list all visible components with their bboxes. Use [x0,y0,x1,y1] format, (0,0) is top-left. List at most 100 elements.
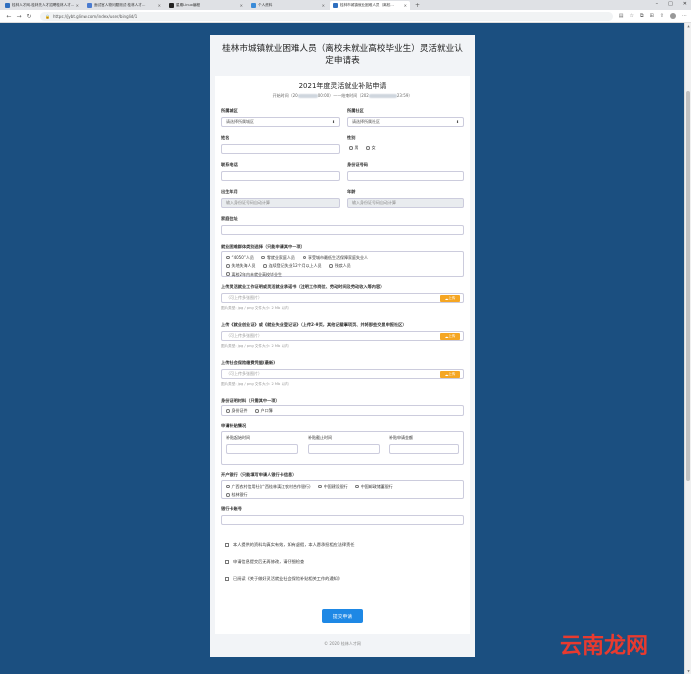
radio-label: 离校2年内未就业高校毕业生 [231,271,283,277]
submit-button[interactable]: 提交申请 [322,609,363,623]
birth-placeholder: 输入身份证号码自动计算 [226,200,270,205]
gender-radio-female[interactable]: 女 [366,145,376,151]
checkbox-icon[interactable] [225,560,229,564]
gender-label: 性别 [347,135,356,140]
idtype-radio-hukou[interactable]: 户口簿 [255,408,273,414]
id-input[interactable] [347,171,464,181]
footer-copyright: © 2020 桂林人才网 [324,641,361,646]
gender-radio-male[interactable]: 男 [349,145,359,151]
subsidy-box: 补贴起始时间 补贴截止时间 补贴申请金额 [221,431,464,465]
category-radio[interactable]: 享受城市最低生活保障家庭失业人 [302,254,368,261]
radio-icon [329,264,333,268]
tab-favicon-icon [169,3,174,8]
checkbox-icon[interactable] [225,543,229,547]
radio-icon [226,409,230,413]
category-radio[interactable]: 连续登记失业12个月以上人员 [263,262,322,269]
tab-label: 面试官人物问题测试·桂林人才… [94,3,146,7]
category-radio[interactable]: 残疾人员 [329,262,351,269]
agree-row-3[interactable]: 已阅读《关于做好灵活就业社会保险补贴相关工作的通知》 [225,576,342,582]
bank-radio[interactable]: 桂林银行 [226,491,248,498]
browser-tab-4[interactable]: 个人资料 ✕ [248,1,328,10]
forward-icon[interactable]: → [14,13,24,20]
close-icon[interactable]: ✕ [404,3,407,8]
subsidy-col-start: 补贴起始时间 [226,435,250,440]
browser-tab-5[interactable]: 桂林市城镇就业困难人员（离校… ✕ [330,1,410,10]
category-label: 就业困难群体类别选择（只能申请其中一项） [221,244,305,249]
close-icon[interactable]: ✕ [240,3,243,8]
browser-toolbar: ← → ↻ 🔒 https://jybt.glinw.com/index/use… [0,10,691,23]
scrollbar-thumb[interactable] [686,91,690,481]
scroll-down-icon[interactable]: ▼ [685,669,691,673]
upload1-field[interactable]: （可上传多张图片） ☁ 上传 [221,293,464,303]
radio-label: 女 [371,145,376,150]
address-input[interactable] [221,225,464,235]
card-number-input[interactable] [221,515,464,525]
upload-button[interactable]: ☁ 上传 [440,295,460,302]
idtype-radio-group: 身份证件 户口簿 [221,405,464,416]
category-radio[interactable]: 失地失海人员 [226,262,256,269]
bank-radio[interactable]: 中国邮政储蓄银行 [355,483,393,490]
district-select[interactable]: 请选择所属城区 ⬍ [221,117,340,127]
checkbox-icon[interactable] [225,577,229,581]
back-icon[interactable]: ← [4,13,14,20]
share-icon[interactable]: ⇪ [660,13,664,19]
minimize-icon[interactable]: – [656,1,659,7]
upload-button-label: 上传 [448,372,456,376]
category-radio-group: “4050”人员 零就业家庭人员 享受城市最低生活保障家庭失业人 失地失海人员 … [221,251,464,277]
browser-tab-1[interactable]: 桂林人才网-桂林先人才招聘桂林人才… ✕ [2,1,82,10]
page-scrollbar[interactable]: ▲ ▼ [684,23,691,674]
upload3-field[interactable]: （可上传多张图片） ☁ 上传 [221,369,464,379]
phone-label: 联系电话 [221,162,238,167]
upload-hint: 图片类型: jpg / png 文件大小: 2 Mb 以内 [221,382,289,386]
more-icon[interactable]: ⋯ [682,13,687,19]
bank-radio[interactable]: 广西农村信用社(广西桂林漓江农村合作银行) [226,483,311,490]
phone-input[interactable] [221,171,340,181]
radio-icon [263,264,267,268]
chevron-down-icon: ⬍ [455,120,459,124]
agree-row-2[interactable]: 申请信息提交后无再修改，请仔细检查 [225,559,304,565]
star-icon[interactable]: ☆ [630,13,634,19]
subsidy-start-input[interactable] [226,444,298,454]
agree-row-1[interactable]: 本人提供的资料均真实有效，如有虚假，本人愿承担相应法律责任 [225,542,354,548]
subsidy-amount-input[interactable] [389,444,459,454]
community-select[interactable]: 请选择所属社区 ⬍ [347,117,464,127]
close-icon[interactable]: ✕ [76,3,79,8]
extensions-icon[interactable]: ⊞ [650,13,654,19]
upload2-field[interactable]: （可上传多张图片） ☁ 上传 [221,331,464,341]
collections-icon[interactable]: ⧉ [640,13,644,19]
reader-icon[interactable]: ▤ [619,13,624,19]
category-radio[interactable]: 离校2年内未就业高校毕业生 [226,271,282,278]
tab-label: 桂林市城镇就业困难人员（离校… [340,3,394,7]
upload-button-label: 上传 [448,296,456,300]
radio-label: 连续登记失业12个月以上人员 [268,263,322,269]
window-controls: – □ ✕ [656,1,687,7]
radio-label: 失地失海人员 [231,263,256,269]
radio-icon [349,146,353,150]
application-page: 桂林市城镇就业困难人员（离校未就业高校毕业生）灵活就业认定申请表 2021年度灵… [210,35,475,657]
name-input[interactable] [221,144,340,154]
address-bar[interactable]: 🔒 https://jybt.glinw.com/index/user/bing… [40,11,613,21]
category-radio[interactable]: 零就业家庭人员 [261,254,295,261]
subsidy-end-input[interactable] [308,444,380,454]
bank-radio[interactable]: 中国建设银行 [318,483,348,490]
age-placeholder: 输入身份证号码自动计算 [352,200,396,205]
tab-favicon-icon [333,3,338,8]
avatar[interactable] [670,13,676,19]
radio-icon [302,255,307,260]
upload-button[interactable]: ☁ 上传 [440,333,460,340]
scroll-up-icon[interactable]: ▲ [685,24,691,28]
category-radio[interactable]: “4050”人员 [226,254,254,261]
upload-button[interactable]: ☁ 上传 [440,371,460,378]
browser-tab-3[interactable]: 星期Linux编程 ✕ [166,1,246,10]
close-icon[interactable]: ✕ [322,3,325,8]
close-icon[interactable]: ✕ [158,3,161,8]
reload-icon[interactable]: ↻ [24,13,34,20]
new-tab-icon[interactable]: + [415,1,420,10]
close-window-icon[interactable]: ✕ [683,1,687,7]
birth-label: 出生年月 [221,189,238,194]
idtype-radio-idcard[interactable]: 身份证件 [226,408,248,414]
upload2-label: 上传《就业创业证》或《就业失业登记证》（上传2-9页，其他记载事项页、并将那些交… [221,322,407,327]
maximize-icon[interactable]: □ [668,1,673,7]
radio-icon [226,255,230,260]
browser-tab-2[interactable]: 面试官人物问题测试·桂林人才… ✕ [84,1,164,10]
